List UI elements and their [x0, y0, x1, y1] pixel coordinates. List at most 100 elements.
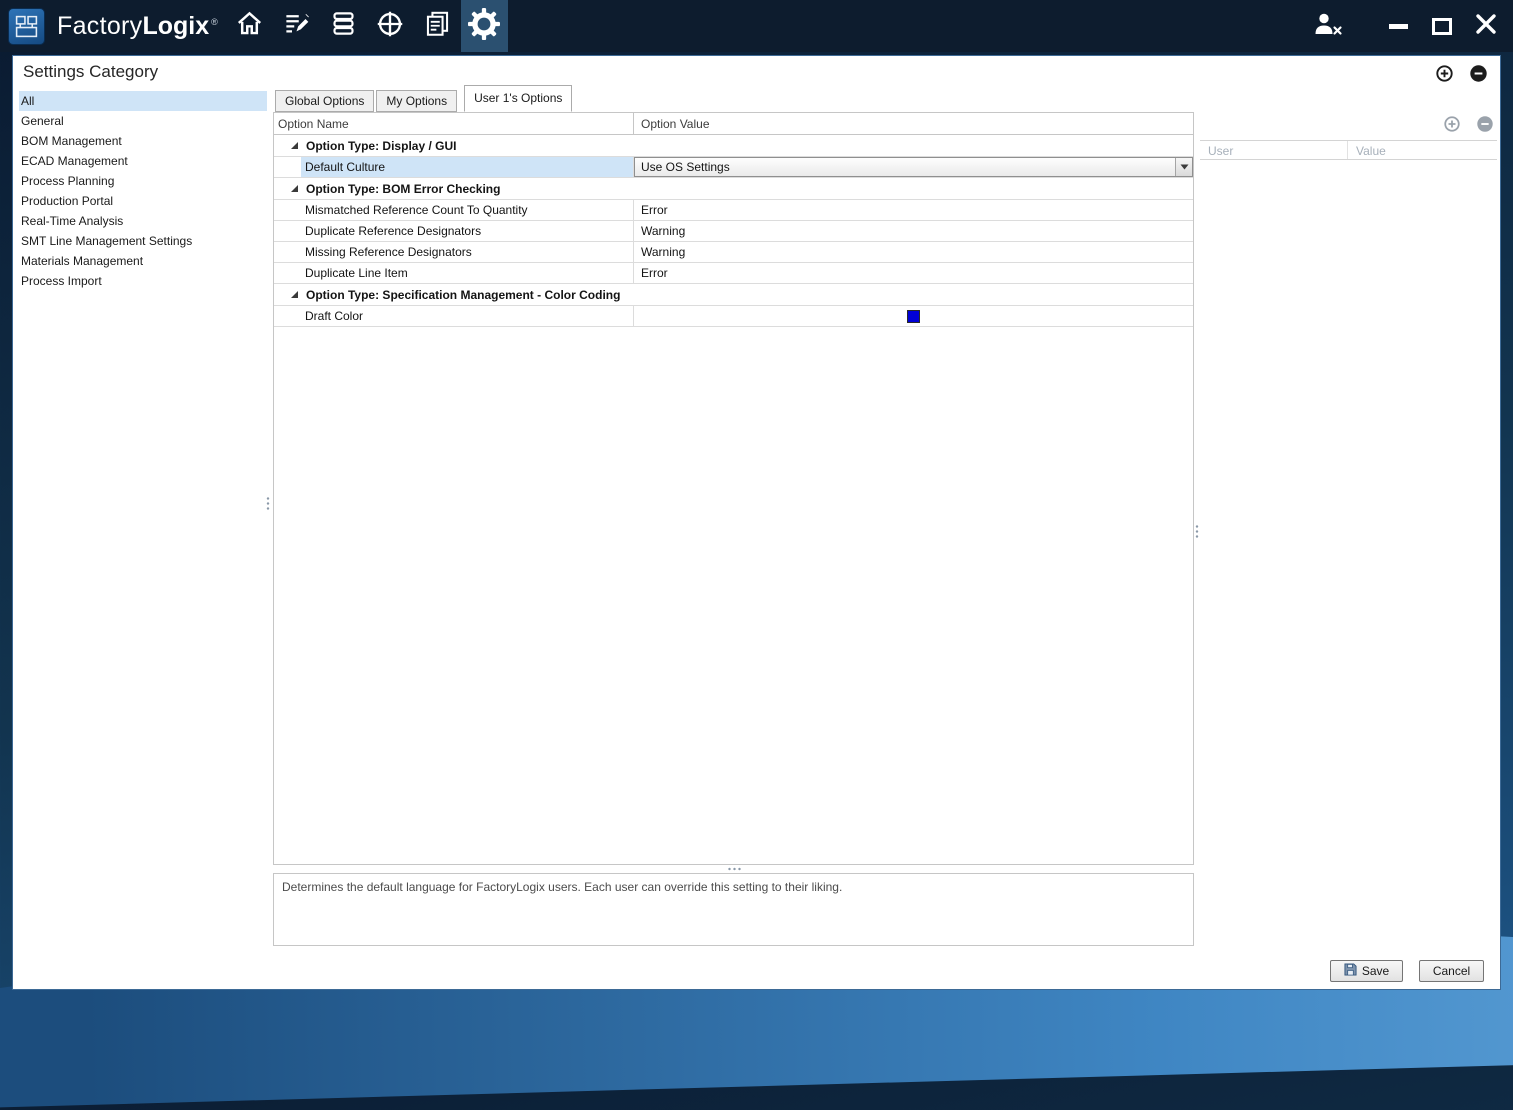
user-overrides-actions: [1200, 112, 1497, 140]
option-row[interactable]: Missing Reference DesignatorsWarning: [274, 242, 1193, 263]
collapse-group-icon[interactable]: [290, 184, 303, 193]
option-value: Error: [634, 263, 1193, 283]
row-indent: [274, 306, 301, 326]
row-indent: [274, 200, 301, 220]
option-name: Missing Reference Designators: [301, 242, 634, 262]
row-indent: [274, 263, 301, 283]
sidebar-splitter[interactable]: [266, 496, 270, 512]
option-group-header[interactable]: Option Type: BOM Error Checking: [274, 178, 1193, 200]
option-value: [634, 306, 1193, 326]
minimize-button[interactable]: [1376, 0, 1420, 52]
document-edit-icon: [283, 10, 310, 42]
option-value: Warning: [634, 242, 1193, 262]
settings-window: Settings Category AllGeneralBOM Manageme…: [12, 55, 1501, 990]
settings-category-list: AllGeneralBOM ManagementECAD ManagementP…: [19, 91, 267, 291]
option-group-title: Option Type: Display / GUI: [303, 139, 456, 153]
option-row[interactable]: Mismatched Reference Count To QuantityEr…: [274, 200, 1193, 221]
add-user-value-button[interactable]: [1444, 116, 1461, 133]
option-value: Warning: [634, 221, 1193, 241]
option-row[interactable]: Default CultureUse OS Settings: [274, 157, 1193, 178]
main-nav: [226, 0, 508, 52]
remove-category-button[interactable]: [1470, 65, 1487, 82]
option-row[interactable]: Draft Color: [274, 306, 1193, 327]
option-description: Determines the default language for Fact…: [273, 873, 1194, 946]
collapse-group-icon[interactable]: [290, 141, 303, 150]
nav-settings-button[interactable]: [461, 0, 508, 52]
option-group-header[interactable]: Option Type: Display / GUI: [274, 135, 1193, 157]
page-title: Settings Category: [23, 62, 158, 82]
column-header-user[interactable]: User: [1200, 141, 1348, 159]
nav-logistics-button[interactable]: [367, 0, 414, 52]
sidebar-item-ecad-management[interactable]: ECAD Management: [19, 151, 267, 171]
tab-my-options[interactable]: My Options: [376, 90, 457, 112]
minimize-icon: [1389, 24, 1408, 29]
sidebar-item-bom-management[interactable]: BOM Management: [19, 131, 267, 151]
sidebar-item-production-portal[interactable]: Production Portal: [19, 191, 267, 211]
row-indent: [274, 221, 301, 241]
option-name: Draft Color: [301, 306, 634, 326]
maximize-icon: [1432, 18, 1452, 35]
user-logout-button[interactable]: [1306, 0, 1350, 52]
column-header-option-name[interactable]: Option Name: [274, 113, 634, 134]
titlebar: Factory Logix ®: [0, 0, 1513, 52]
maximize-button[interactable]: [1420, 0, 1464, 52]
option-row[interactable]: Duplicate Reference DesignatorsWarning: [274, 221, 1193, 242]
dropdown-arrow-icon[interactable]: [1175, 158, 1192, 176]
collapse-group-icon[interactable]: [290, 290, 303, 299]
sidebar-item-smt-line-management-settings[interactable]: SMT Line Management Settings: [19, 231, 267, 251]
color-swatch[interactable]: [907, 310, 920, 323]
option-name: Duplicate Reference Designators: [301, 221, 634, 241]
close-icon: [1475, 13, 1497, 40]
row-indent: [274, 242, 301, 262]
brand-logix: Logix: [142, 12, 209, 41]
close-button[interactable]: [1464, 0, 1508, 52]
sidebar-item-all[interactable]: All: [19, 91, 267, 111]
option-name: Duplicate Line Item: [301, 263, 634, 283]
option-value: Use OS Settings: [634, 157, 1193, 177]
options-table-header: Option Name Option Value: [274, 113, 1193, 135]
cancel-button-label: Cancel: [1433, 964, 1470, 978]
cancel-button[interactable]: Cancel: [1419, 960, 1484, 982]
option-group-header[interactable]: Option Type: Specification Management - …: [274, 284, 1193, 306]
remove-user-value-button[interactable]: [1477, 116, 1494, 133]
registered-mark: ®: [211, 17, 218, 27]
option-value-dropdown[interactable]: Use OS Settings: [634, 157, 1193, 177]
option-group-title: Option Type: BOM Error Checking: [303, 182, 500, 196]
window-controls: [1306, 0, 1508, 52]
brand-factory: Factory: [57, 12, 142, 41]
sidebar-item-materials-management[interactable]: Materials Management: [19, 251, 267, 271]
tab-global-options[interactable]: Global Options: [275, 90, 374, 112]
sidebar-item-real-time-analysis[interactable]: Real-Time Analysis: [19, 211, 267, 231]
nav-reports-button[interactable]: [414, 0, 461, 52]
column-header-value[interactable]: Value: [1348, 141, 1497, 159]
nav-home-button[interactable]: [226, 0, 273, 52]
description-splitter[interactable]: [727, 867, 743, 871]
app-title: Factory Logix ®: [57, 12, 218, 41]
plus-circle-icon: [1444, 116, 1460, 132]
panel-splitter[interactable]: [1195, 524, 1199, 540]
nav-production-button[interactable]: [320, 0, 367, 52]
tab-user-1-s-options[interactable]: User 1's Options: [464, 85, 572, 112]
user-x-icon: [1313, 12, 1343, 41]
option-row[interactable]: Duplicate Line ItemError: [274, 263, 1193, 284]
minus-circle-icon: [1477, 116, 1493, 132]
sidebar-item-process-planning[interactable]: Process Planning: [19, 171, 267, 191]
nav-npi-button[interactable]: [273, 0, 320, 52]
sidebar-item-process-import[interactable]: Process Import: [19, 271, 267, 291]
sidebar-item-general[interactable]: General: [19, 111, 267, 131]
compass-target-icon: [376, 10, 404, 43]
app-logo: [8, 8, 45, 45]
option-value: Error: [634, 200, 1193, 220]
save-icon: [1344, 963, 1357, 979]
home-icon: [236, 10, 263, 42]
options-tabs: Global OptionsMy Options User 1's Options: [275, 85, 574, 112]
save-button-label: Save: [1362, 964, 1389, 978]
option-group-title: Option Type: Specification Management - …: [303, 288, 620, 302]
options-table: Option Name Option Value Option Type: Di…: [273, 112, 1194, 865]
user-overrides-panel: User Value: [1200, 112, 1497, 160]
option-name: Default Culture: [301, 157, 634, 177]
add-category-button[interactable]: [1436, 65, 1453, 82]
gear-icon: [468, 8, 500, 45]
column-header-option-value[interactable]: Option Value: [634, 113, 1193, 134]
save-button[interactable]: Save: [1330, 960, 1403, 982]
